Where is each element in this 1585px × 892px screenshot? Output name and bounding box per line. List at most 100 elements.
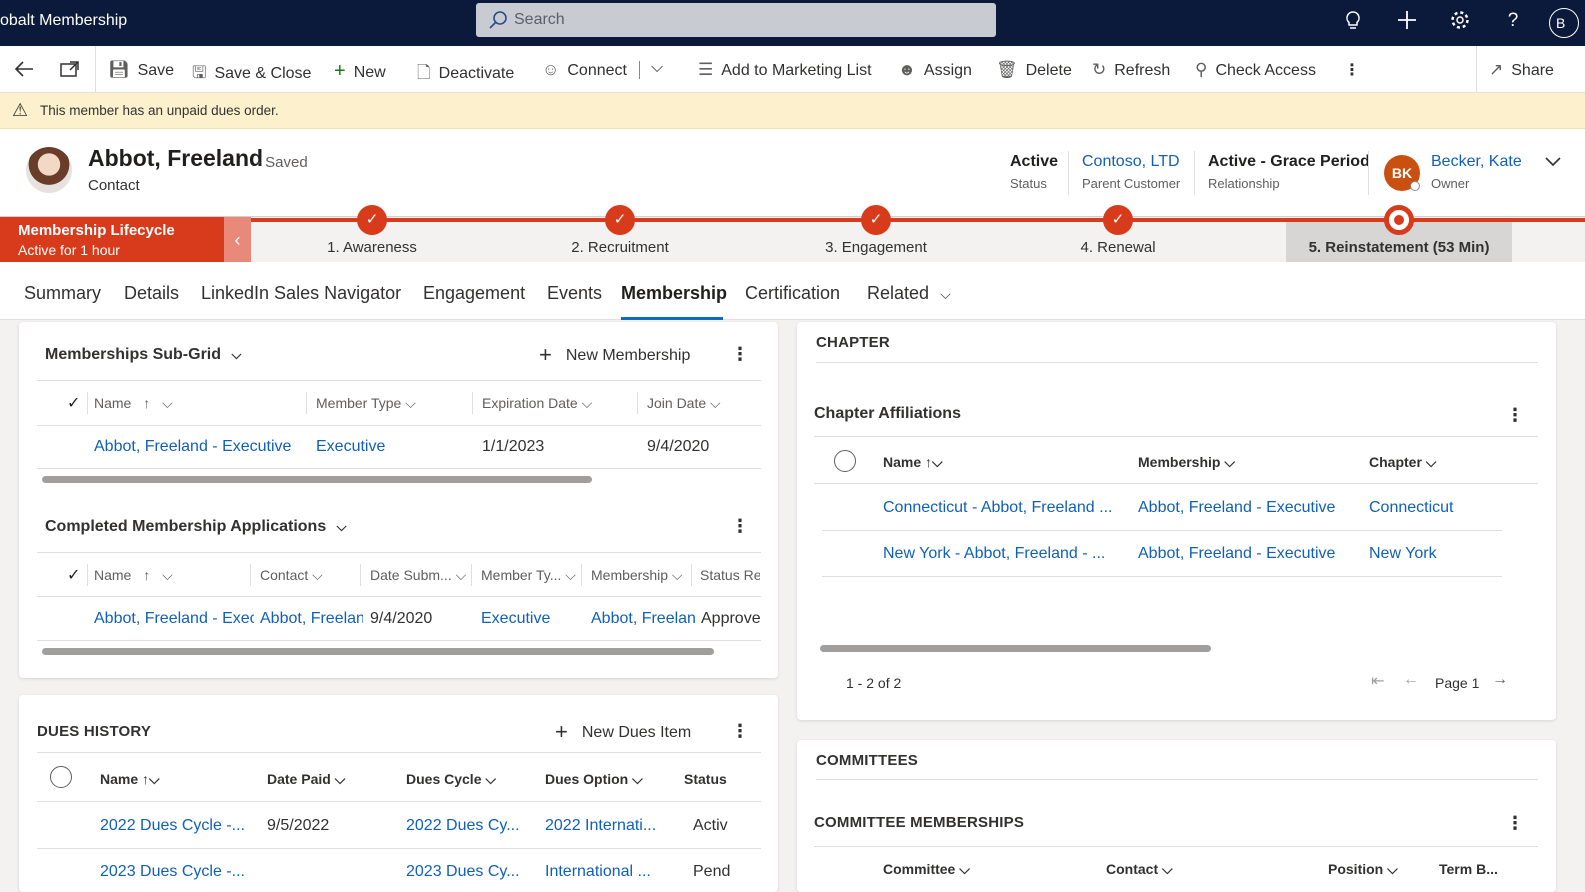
- horizontal-scrollbar[interactable]: [820, 645, 1211, 652]
- column-header-dues-cycle[interactable]: Dues Cycle ⌵: [406, 771, 496, 788]
- stage-label[interactable]: 3. Engagement: [825, 239, 927, 256]
- tab-linkedin[interactable]: LinkedIn Sales Navigator: [201, 283, 401, 304]
- stage-complete-icon[interactable]: ✓: [357, 205, 387, 235]
- lightbulb-icon[interactable]: [1341, 10, 1365, 38]
- tab-events[interactable]: Events: [547, 283, 602, 304]
- previous-page-icon[interactable]: ←: [1403, 671, 1419, 689]
- dues-name-link[interactable]: 2022 Dues Cycle -...: [100, 817, 245, 835]
- member-type-link[interactable]: Executive: [481, 610, 550, 628]
- membership-link[interactable]: Abbot, Freeland - Executive: [1138, 545, 1335, 563]
- plus-icon[interactable]: [1395, 10, 1419, 36]
- column-header-name[interactable]: Name ↑ ⌵: [94, 567, 173, 584]
- parent-customer-link[interactable]: Contoso, LTD: [1082, 153, 1180, 171]
- tab-summary[interactable]: Summary: [24, 283, 101, 304]
- gear-icon[interactable]: [1448, 10, 1472, 36]
- column-header-name[interactable]: Name ↑⌵: [883, 454, 943, 471]
- horizontal-scrollbar[interactable]: [42, 476, 592, 483]
- stage-complete-icon[interactable]: ✓: [1103, 205, 1133, 235]
- tab-details[interactable]: Details: [124, 283, 179, 304]
- refresh-button[interactable]: ↻ Refresh: [1092, 60, 1170, 80]
- membership-name-link[interactable]: Abbot, Freeland - Executive: [94, 438, 291, 456]
- assign-button[interactable]: ☻ Assign: [898, 60, 972, 80]
- select-all-checkbox[interactable]: [50, 766, 72, 788]
- tab-membership[interactable]: Membership: [621, 283, 727, 304]
- horizontal-scrollbar[interactable]: [42, 648, 714, 655]
- dues-name-link[interactable]: 2023 Dues Cycle -...: [100, 863, 245, 881]
- next-page-icon[interactable]: →: [1492, 671, 1508, 689]
- chapter-link[interactable]: Connecticut: [1369, 499, 1454, 517]
- new-dues-item-button[interactable]: + New Dues Item: [555, 719, 691, 745]
- user-avatar[interactable]: B: [1549, 8, 1579, 38]
- more-options-icon[interactable]: ⋮: [731, 516, 749, 537]
- stage-complete-icon[interactable]: ✓: [605, 205, 635, 235]
- column-header-date-paid[interactable]: Date Paid ⌵: [267, 771, 345, 788]
- column-header-term-begin[interactable]: Term B...: [1439, 861, 1498, 877]
- dues-option-link[interactable]: 2022 Internati...: [545, 817, 656, 835]
- column-header-contact[interactable]: Contact ⌵: [1106, 861, 1173, 878]
- column-header-expiration-date[interactable]: Expiration Date ⌵: [482, 395, 592, 412]
- owner-link[interactable]: Becker, Kate: [1431, 153, 1522, 171]
- deactivate-button[interactable]: 🗋 Deactivate: [417, 60, 514, 89]
- chevron-left-icon[interactable]: ‹: [224, 217, 251, 263]
- help-icon[interactable]: ?: [1501, 10, 1525, 32]
- applications-subgrid-title[interactable]: Completed Membership Applications ⌵: [45, 518, 347, 536]
- column-header-member-type[interactable]: Member Ty... ⌵: [481, 567, 576, 584]
- checkmark-icon[interactable]: ✓: [67, 565, 80, 585]
- membership-link[interactable]: Abbot, Freeland - Executive: [1138, 499, 1335, 517]
- dues-option-link[interactable]: International ...: [545, 863, 651, 881]
- checkmark-icon[interactable]: ✓: [67, 393, 80, 413]
- delete-button[interactable]: 🗑︎ Delete: [996, 60, 1072, 80]
- new-membership-button[interactable]: + New Membership: [539, 342, 690, 368]
- more-options-icon[interactable]: ⋮: [731, 344, 749, 365]
- save-button[interactable]: 💾︎ Save: [108, 60, 174, 80]
- current-stage-icon[interactable]: [1384, 205, 1414, 235]
- stage-complete-icon[interactable]: ✓: [861, 205, 891, 235]
- application-name-link[interactable]: Abbot, Freeland - Executive: [94, 610, 254, 628]
- tab-related[interactable]: Related ⌵: [867, 283, 951, 304]
- select-all-checkbox[interactable]: [834, 450, 856, 472]
- chevron-down-icon[interactable]: ⌵: [651, 59, 663, 77]
- tab-certification[interactable]: Certification: [745, 283, 840, 304]
- check-access-button[interactable]: ⚲ Check Access: [1195, 60, 1316, 80]
- first-page-icon[interactable]: ⇤: [1371, 671, 1384, 691]
- column-header-chapter[interactable]: Chapter ⌵: [1369, 454, 1436, 471]
- column-header-dues-option[interactable]: Dues Option ⌵: [545, 771, 643, 788]
- stage-label[interactable]: 5. Reinstatement (53 Min): [1309, 239, 1490, 256]
- more-options-icon[interactable]: ⋮: [1506, 813, 1524, 834]
- stage-label[interactable]: 4. Renewal: [1080, 239, 1155, 256]
- column-header-name[interactable]: Name ↑⌵: [100, 771, 160, 788]
- membership-link[interactable]: Abbot, Freeland: [591, 610, 695, 628]
- affiliation-name-link[interactable]: New York - Abbot, Freeland - ...: [883, 545, 1105, 563]
- affiliation-name-link[interactable]: Connecticut - Abbot, Freeland ...: [883, 499, 1112, 517]
- column-header-member-type[interactable]: Member Type ⌵: [316, 395, 416, 412]
- chapter-link[interactable]: New York: [1369, 545, 1437, 563]
- stage-label[interactable]: 1. Awareness: [327, 239, 417, 256]
- chevron-down-icon[interactable]: [1544, 155, 1562, 173]
- column-header-committee[interactable]: Committee ⌵: [883, 861, 970, 878]
- more-commands-icon[interactable]: ⋮: [1344, 60, 1360, 80]
- column-header-membership[interactable]: Membership ⌵: [591, 567, 683, 584]
- column-header-membership[interactable]: Membership ⌵: [1138, 454, 1235, 471]
- save-close-button[interactable]: 🖫︎ Save & Close: [192, 60, 311, 89]
- stage-label[interactable]: 2. Recruitment: [571, 239, 669, 256]
- search-box[interactable]: Search: [476, 3, 996, 37]
- contact-link[interactable]: Abbot, Freeland: [260, 610, 363, 628]
- memberships-subgrid-title[interactable]: Memberships Sub-Grid ⌵: [45, 346, 241, 364]
- tab-engagement[interactable]: Engagement: [423, 283, 525, 304]
- dues-cycle-link[interactable]: 2023 Dues Cy...: [406, 863, 520, 881]
- column-header-name[interactable]: Name ↑ ⌵: [94, 395, 173, 412]
- bpf-process-title[interactable]: Membership Lifecycle Active for 1 hour: [0, 217, 224, 263]
- column-header-status[interactable]: Status: [684, 771, 727, 787]
- column-header-position[interactable]: Position ⌵: [1328, 861, 1398, 878]
- column-header-contact[interactable]: Contact ⌵: [260, 567, 323, 584]
- dues-cycle-link[interactable]: 2022 Dues Cy...: [406, 817, 520, 835]
- add-to-marketing-list-button[interactable]: ☰ Add to Marketing List: [698, 60, 872, 80]
- app-title[interactable]: obalt Membership: [0, 12, 127, 30]
- column-header-join-date[interactable]: Join Date ⌵: [647, 395, 721, 412]
- more-options-icon[interactable]: ⋮: [731, 721, 749, 742]
- back-icon[interactable]: [14, 60, 34, 83]
- column-header-status-reason[interactable]: Status Rea: [700, 567, 760, 583]
- column-header-date-submitted[interactable]: Date Subm... ⌵: [370, 567, 466, 584]
- new-button[interactable]: + New: [334, 60, 386, 83]
- member-type-link[interactable]: Executive: [316, 438, 385, 456]
